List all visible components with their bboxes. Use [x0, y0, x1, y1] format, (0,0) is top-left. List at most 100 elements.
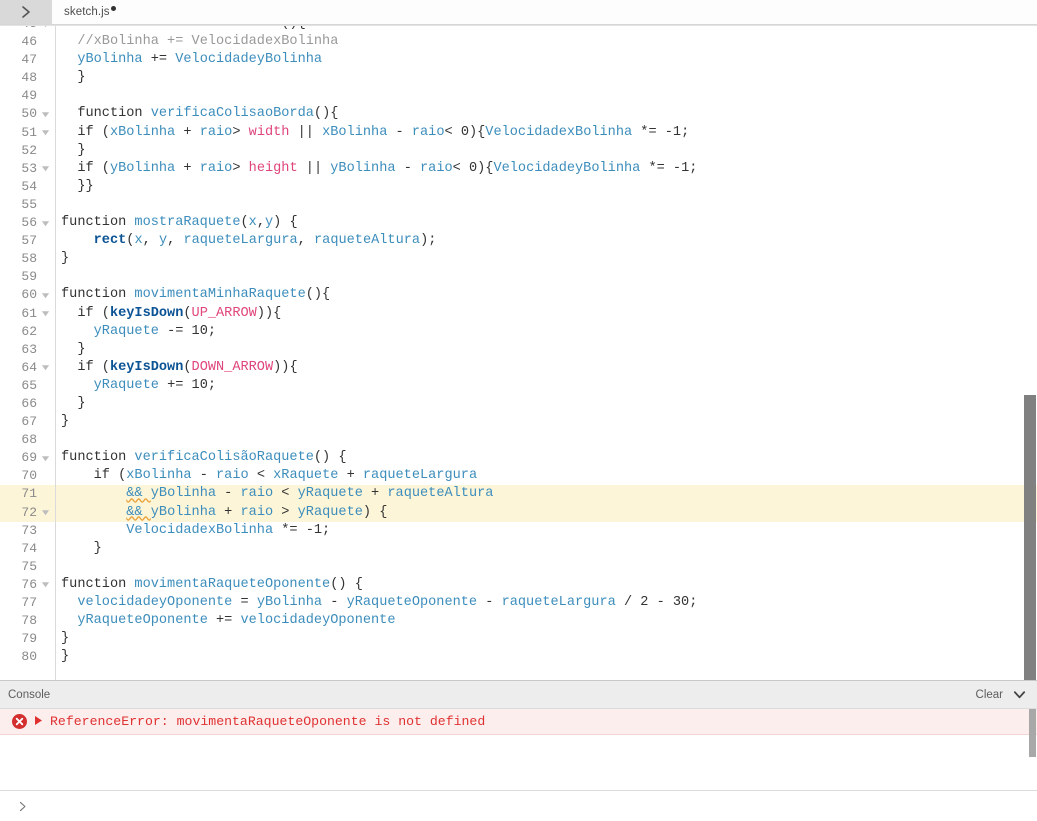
- code-line-53[interactable]: if (yBolinha + raio> height || yBolinha …: [56, 160, 1037, 178]
- gutter-line-66[interactable]: 66: [0, 395, 55, 413]
- fold-triangle-icon[interactable]: [39, 309, 51, 318]
- gutter-line-45[interactable]: 45: [0, 26, 55, 33]
- code-line-78[interactable]: yRaqueteOponente += velocidadeyOponente: [56, 612, 1037, 630]
- code-line-77[interactable]: velocidadeyOponente = yBolinha - yRaquet…: [56, 594, 1037, 612]
- line-number-gutter[interactable]: 4546 47 48 49 50 51 52 53 54 55 56 57 58 59 60 61 62 63 64…: [0, 26, 56, 680]
- console-clear-button[interactable]: Clear: [976, 689, 1003, 701]
- code-editor[interactable]: 4546 47 48 49 50 51 52 53 54 55 56 57 58 59 60 61 62 63 64…: [0, 26, 1037, 680]
- console-scrollbar-thumb[interactable]: [1029, 709, 1036, 757]
- fold-triangle-icon[interactable]: [39, 291, 51, 300]
- fold-triangle-icon[interactable]: [39, 128, 51, 137]
- sidebar-toggle-button[interactable]: [0, 0, 52, 24]
- line-number: 61: [21, 305, 37, 321]
- gutter-line-54[interactable]: 54: [0, 178, 55, 196]
- code-line-67[interactable]: }: [56, 413, 1037, 431]
- gutter-line-47[interactable]: 47: [0, 51, 55, 69]
- code-line-64[interactable]: if (keyIsDown(DOWN_ARROW)){: [56, 359, 1037, 377]
- code-line-75[interactable]: [56, 558, 1037, 576]
- code-line-71[interactable]: && yBolinha - raio < yRaquete + raqueteA…: [56, 485, 1037, 504]
- fold-triangle-icon[interactable]: [39, 219, 51, 228]
- code-line-49[interactable]: [56, 87, 1037, 105]
- gutter-line-65[interactable]: 65: [0, 377, 55, 395]
- code-line-46[interactable]: //xBolinha += VelocidadexBolinha: [56, 33, 1037, 51]
- gutter-line-68[interactable]: 68: [0, 431, 55, 449]
- gutter-line-72[interactable]: 72: [0, 503, 55, 522]
- gutter-line-46[interactable]: 46: [0, 33, 55, 51]
- gutter-line-61[interactable]: 61: [0, 305, 55, 323]
- gutter-line-76[interactable]: 76: [0, 576, 55, 594]
- gutter-line-78[interactable]: 78: [0, 612, 55, 630]
- gutter-line-80[interactable]: 80: [0, 648, 55, 666]
- code-line-54[interactable]: }}: [56, 178, 1037, 196]
- fold-triangle-icon[interactable]: [39, 26, 51, 29]
- gutter-line-74[interactable]: 74: [0, 540, 55, 558]
- code-line-76[interactable]: function movimentaRaqueteOponente() {: [56, 576, 1037, 594]
- gutter-line-77[interactable]: 77: [0, 594, 55, 612]
- gutter-line-53[interactable]: 53: [0, 160, 55, 178]
- gutter-line-79[interactable]: 79: [0, 630, 55, 648]
- code-line-47[interactable]: yBolinha += VelocidadeyBolinha: [56, 51, 1037, 69]
- fold-triangle-icon[interactable]: [39, 164, 51, 173]
- code-line-58[interactable]: }: [56, 250, 1037, 268]
- triangle-right-icon[interactable]: [34, 715, 43, 729]
- code-line-80[interactable]: }: [56, 648, 1037, 666]
- gutter-line-56[interactable]: 56: [0, 214, 55, 232]
- editor-vertical-scrollbar[interactable]: [1024, 26, 1037, 680]
- gutter-line-59[interactable]: 59: [0, 268, 55, 286]
- console-output[interactable]: ReferenceError: movimentaRaqueteOponente…: [0, 708, 1037, 790]
- code-line-74[interactable]: }: [56, 540, 1037, 558]
- gutter-line-52[interactable]: 52: [0, 142, 55, 160]
- gutter-line-64[interactable]: 64: [0, 359, 55, 377]
- fold-triangle-icon[interactable]: [39, 363, 51, 372]
- chevron-down-icon[interactable]: [1012, 687, 1027, 702]
- code-line-68[interactable]: [56, 431, 1037, 449]
- fold-triangle-icon[interactable]: [39, 110, 51, 119]
- code-line-72[interactable]: && yBolinha + raio > yRaquete) {: [56, 503, 1037, 522]
- code-line-69[interactable]: function verificaColisãoRaquete() {: [56, 449, 1037, 467]
- code-line-50[interactable]: function verificaColisaoBorda(){: [56, 105, 1037, 123]
- gutter-line-55[interactable]: 55: [0, 196, 55, 214]
- console-error-message[interactable]: ReferenceError: movimentaRaqueteOponente…: [0, 709, 1037, 735]
- code-line-63[interactable]: }: [56, 341, 1037, 359]
- console-input-field[interactable]: [29, 797, 1037, 815]
- gutter-line-69[interactable]: 69: [0, 449, 55, 467]
- code-line-73[interactable]: VelocidadexBolinha *= -1;: [56, 522, 1037, 540]
- gutter-line-70[interactable]: 70: [0, 467, 55, 485]
- code-line-61[interactable]: if (keyIsDown(UP_ARROW)){: [56, 305, 1037, 323]
- code-line-62[interactable]: yRaquete -= 10;: [56, 323, 1037, 341]
- code-editor-region[interactable]: 4546 47 48 49 50 51 52 53 54 55 56 57 58 59 60 61 62 63 64…: [0, 25, 1037, 680]
- gutter-line-49[interactable]: 49: [0, 87, 55, 105]
- code-line-79[interactable]: }: [56, 630, 1037, 648]
- code-line-60[interactable]: function movimentaMinhaRaquete(){: [56, 286, 1037, 304]
- fold-triangle-icon[interactable]: [39, 454, 51, 463]
- gutter-line-58[interactable]: 58: [0, 250, 55, 268]
- editor-scrollbar-thumb[interactable]: [1024, 395, 1036, 680]
- code-line-55[interactable]: [56, 196, 1037, 214]
- code-line-51[interactable]: if (xBolinha + raio> width || xBolinha -…: [56, 124, 1037, 142]
- code-line-57[interactable]: rect(x, y, raqueteLargura, raqueteAltura…: [56, 232, 1037, 250]
- gutter-line-67[interactable]: 67: [0, 413, 55, 431]
- gutter-line-73[interactable]: 73: [0, 522, 55, 540]
- gutter-line-48[interactable]: 48: [0, 69, 55, 87]
- code-line-48[interactable]: }: [56, 69, 1037, 87]
- fold-triangle-icon[interactable]: [39, 508, 51, 517]
- code-line-45[interactable]: function movimentaBolinha(){: [56, 26, 1037, 33]
- tab-sketch-js[interactable]: sketch.js: [52, 0, 116, 24]
- gutter-line-60[interactable]: 60: [0, 286, 55, 304]
- gutter-line-50[interactable]: 50: [0, 105, 55, 123]
- code-line-59[interactable]: [56, 268, 1037, 286]
- gutter-line-75[interactable]: 75: [0, 558, 55, 576]
- code-line-70[interactable]: if (xBolinha - raio < xRaquete + raquete…: [56, 467, 1037, 485]
- gutter-line-63[interactable]: 63: [0, 341, 55, 359]
- code-line-65[interactable]: yRaquete += 10;: [56, 377, 1037, 395]
- code-line-52[interactable]: }: [56, 142, 1037, 160]
- console-input-row[interactable]: [0, 790, 1037, 821]
- gutter-line-62[interactable]: 62: [0, 323, 55, 341]
- gutter-line-71[interactable]: 71: [0, 485, 55, 504]
- gutter-line-57[interactable]: 57: [0, 232, 55, 250]
- code-line-56[interactable]: function mostraRaquete(x,y) {: [56, 214, 1037, 232]
- gutter-line-51[interactable]: 51: [0, 124, 55, 142]
- code-content[interactable]: function movimentaBolinha(){ //xBolinha …: [56, 26, 1037, 680]
- fold-triangle-icon[interactable]: [39, 580, 51, 589]
- code-line-66[interactable]: }: [56, 395, 1037, 413]
